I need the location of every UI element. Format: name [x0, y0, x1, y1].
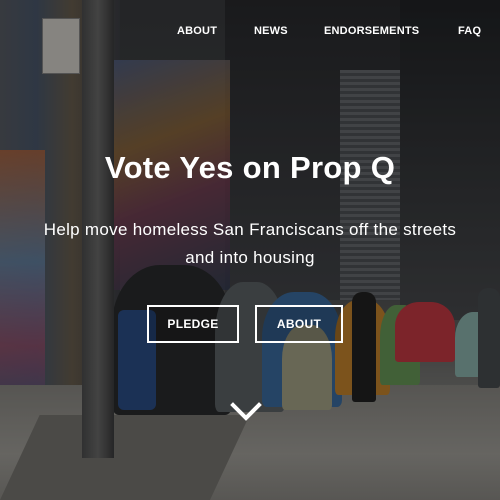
nav-link-about[interactable]: ABOUT: [177, 25, 217, 37]
about-button[interactable]: ABOUT: [255, 305, 343, 343]
top-navigation: ABOUT NEWS ENDORSEMENTS FAQ: [0, 25, 500, 41]
nav-link-news[interactable]: NEWS: [254, 25, 288, 37]
nav-link-faq[interactable]: FAQ: [458, 25, 481, 37]
hero-subtitle: Help move homeless San Franciscans off t…: [43, 220, 457, 267]
hero-title: Vote Yes on Prop Q: [104, 150, 396, 185]
nav-link-endorsements[interactable]: ENDORSEMENTS: [324, 25, 419, 37]
pledge-button[interactable]: PLEDGE: [147, 305, 239, 343]
chevron-down-icon[interactable]: [230, 402, 262, 422]
